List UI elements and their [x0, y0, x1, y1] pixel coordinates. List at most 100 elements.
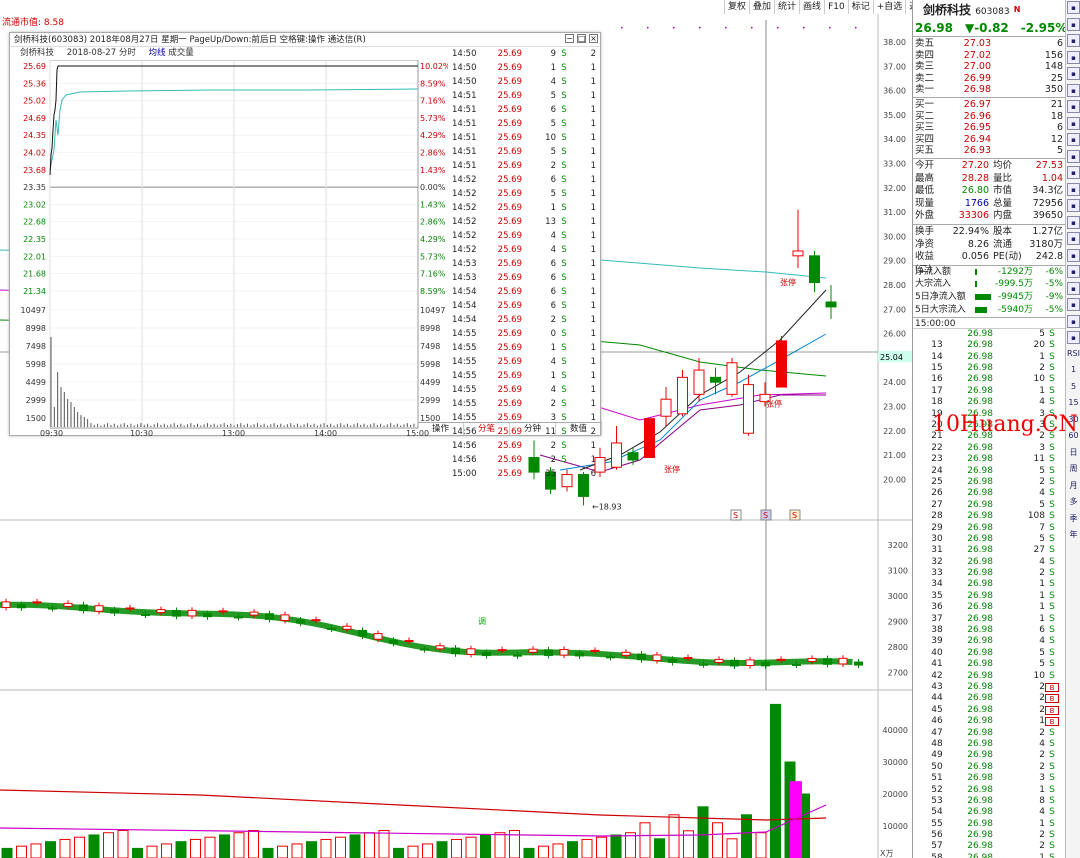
trade-side: S [561, 147, 567, 157]
trade-row: 14:54 25.69 6 S 1 [450, 285, 600, 299]
pen-icon[interactable]: ▪ [1067, 298, 1080, 311]
trade-side: S [561, 161, 567, 171]
popup-tab-3[interactable]: 数值 [556, 423, 602, 435]
side-label-1[interactable]: 1 [1067, 364, 1080, 377]
money-icon[interactable]: ▪ [1067, 215, 1080, 229]
trade-time: 14:55 [452, 343, 477, 353]
up-icon[interactable]: ▪ [1067, 17, 1080, 31]
avg-line-label[interactable]: 均线 [149, 48, 166, 58]
toolbar-button-6[interactable]: +自选 [872, 0, 906, 14]
popup-tab-0[interactable]: 操作 [418, 423, 464, 435]
popup-tab-1[interactable]: 分笔 [464, 423, 510, 435]
side-label-3[interactable]: 15 [1067, 397, 1080, 410]
book-volume: 6 [1056, 122, 1063, 134]
trade-volume: 4 [550, 77, 556, 87]
stat-label: 总量 [993, 197, 1013, 209]
intraday-popup-window[interactable]: 剑桥科技(603083) 2018年08月27日 星期一 PageUp/Down… [9, 32, 602, 479]
f10-icon[interactable]: ▪ [1067, 182, 1080, 196]
side-label-7[interactable]: 周 [1067, 463, 1080, 476]
f5-icon[interactable]: ▪ [1067, 314, 1080, 328]
index-candle [265, 610, 274, 623]
minute-chart[interactable]: 25.69 10.02% 25.36 8.59% 25.02 7.16% 24.69 5.73… [10, 60, 448, 436]
trade-row: 15:00 25.69 35 6 [450, 467, 600, 481]
toolbar-button-2[interactable]: 统计 [774, 0, 799, 14]
tick-row: 18 26.98 4 S [913, 397, 1065, 408]
side-label-0[interactable]: RSI [1067, 348, 1080, 361]
trade-row: 14:50 25.69 4 S 1 [450, 75, 600, 89]
stat-row: 今开 27.20 均价 27.53 [913, 160, 1065, 173]
chart-icon[interactable]: ▪ [1067, 67, 1080, 80]
volume-bar [1, 847, 13, 858]
index-candle [854, 658, 863, 669]
tick-volume: 1 [1039, 784, 1045, 795]
toolbar-button-0[interactable]: 复权 [724, 0, 749, 14]
trade-row: 14:55 25.69 4 S 1 [450, 355, 600, 369]
toolbar-button-3[interactable]: 画线 [799, 0, 824, 14]
tick-time: 41 [931, 659, 943, 670]
minute-vol-tick: 2999 [26, 396, 46, 405]
fund-icon[interactable]: ▪ [1067, 199, 1080, 212]
price-tick: 31.00 [883, 208, 906, 217]
minute-pct-tick: 4.29% [420, 131, 446, 140]
move-icon[interactable]: ▪ [1067, 281, 1080, 295]
tick-side: S [1049, 738, 1055, 749]
compare-icon[interactable]: ▪ [1067, 116, 1080, 130]
trade-row: 14:56 25.69 2 S 1 [450, 439, 600, 453]
trade-time: 14:51 [452, 91, 477, 101]
bars-icon[interactable]: ▪ [1067, 100, 1080, 113]
side-label-8[interactable]: 月 [1067, 480, 1080, 493]
down-icon[interactable]: ▪ [1067, 34, 1080, 47]
price-tick: 21.00 [883, 451, 906, 460]
tick-time: 24 [931, 465, 943, 476]
doc-icon[interactable]: ▪ [1067, 149, 1080, 163]
tick-time: 30 [931, 533, 943, 544]
tick-volume: 10 [1033, 374, 1045, 385]
side-label-9[interactable]: 多 [1067, 496, 1080, 509]
side-label-10[interactable]: 季 [1067, 513, 1080, 526]
trade-volume: 2 [550, 441, 556, 451]
stat-row: 最低 26.80 市值 34.3亿 [913, 185, 1065, 198]
cash-icon[interactable]: ▪ [1067, 166, 1080, 179]
index-candle [823, 655, 832, 668]
tick-price: 26.98 [967, 761, 993, 772]
tick-side: S [1049, 613, 1055, 624]
tick-price: 26.98 [967, 738, 993, 749]
book-volume: 12 [1050, 133, 1063, 145]
trade-price: 25.69 [497, 63, 522, 73]
index-tick: 2900 [888, 618, 908, 627]
dollar-icon[interactable]: ▪ [1067, 265, 1080, 278]
side-label-2[interactable]: 5 [1067, 381, 1080, 394]
current-price-label: 25.04 [880, 353, 903, 362]
trade-volume: 4 [550, 385, 556, 395]
grid-icon[interactable]: ▪ [1067, 50, 1080, 64]
toolbar-button-4[interactable]: F10 [824, 0, 848, 14]
trade-volume: 5 [550, 147, 556, 157]
book-label: 买四 [915, 133, 935, 145]
trade-list[interactable]: 14:50 25.69 9 S 2 14:50 25.69 1 S 1 14:50 25.69 4 S 1 1… [450, 47, 600, 479]
side-label-11[interactable]: 年 [1067, 529, 1080, 542]
book-row: 卖五 27.03 6 [913, 38, 1065, 50]
info-icon[interactable]: ▪ [1067, 133, 1080, 146]
money2-icon[interactable]: ▪ [1067, 331, 1080, 344]
close-icon[interactable]: × [589, 34, 598, 43]
back-icon[interactable]: ▪ [1067, 1, 1080, 14]
toolbar-button-1[interactable]: 叠加 [749, 0, 774, 14]
minute-price-tick: 24.35 [23, 131, 46, 140]
tick-list[interactable]: 26.98 5 S 13 26.98 20 S 14 26.98 1 S 15 26.98 2 S 16 26.… [913, 329, 1065, 858]
minimize-icon[interactable]: − [565, 34, 574, 43]
plus-icon[interactable]: ▪ [1067, 232, 1080, 245]
popup-tab-2[interactable]: 分钟 [510, 423, 556, 435]
trend-icon[interactable]: ▪ [1067, 83, 1080, 97]
restore-icon[interactable]: □ [577, 34, 586, 43]
side-label-6[interactable]: 日 [1067, 447, 1080, 460]
index-tick: 3000 [888, 592, 908, 601]
trade-side: S [561, 105, 567, 115]
toolbar-button-5[interactable]: 标记 [847, 0, 873, 14]
minute-vol-tick: 1500 [26, 414, 46, 423]
trade-count: 1 [590, 63, 596, 73]
tick-time: 13 [931, 340, 943, 351]
book-price: 27.02 [963, 49, 991, 61]
tick-volume: 2 [1039, 693, 1045, 704]
rsi-icon[interactable]: ▪ [1067, 248, 1080, 262]
minute-vol-tick: 8998 [26, 324, 46, 333]
